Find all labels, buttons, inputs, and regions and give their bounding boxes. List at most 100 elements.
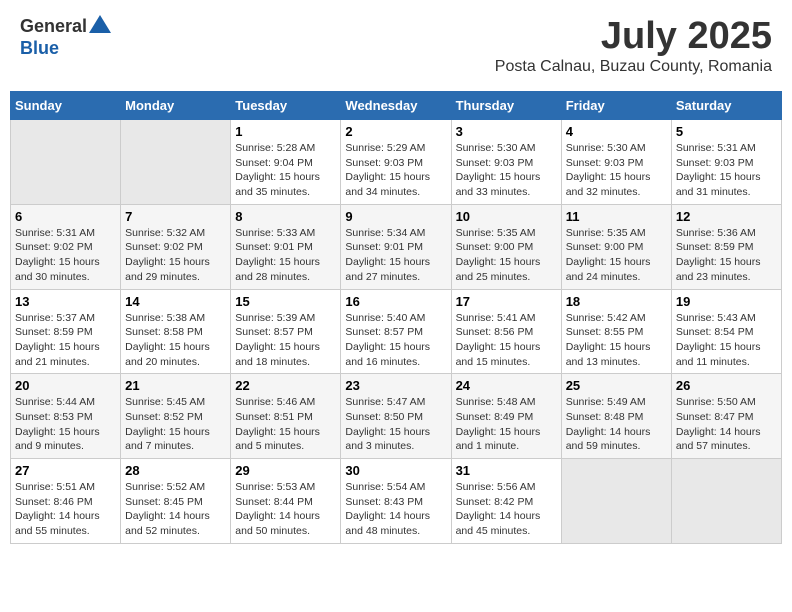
day-info: Sunrise: 5:46 AMSunset: 8:51 PMDaylight:… <box>235 395 336 454</box>
day-info: Sunrise: 5:40 AMSunset: 8:57 PMDaylight:… <box>345 311 446 370</box>
calendar-cell-w2-d3: 9Sunrise: 5:34 AMSunset: 9:01 PMDaylight… <box>341 204 451 289</box>
day-info: Sunrise: 5:37 AMSunset: 8:59 PMDaylight:… <box>15 311 116 370</box>
calendar-cell-w4-d1: 21Sunrise: 5:45 AMSunset: 8:52 PMDayligh… <box>121 374 231 459</box>
calendar-cell-w5-d1: 28Sunrise: 5:52 AMSunset: 8:45 PMDayligh… <box>121 459 231 544</box>
day-number: 6 <box>15 209 116 224</box>
day-info: Sunrise: 5:35 AMSunset: 9:00 PMDaylight:… <box>456 226 557 285</box>
location-title: Posta Calnau, Buzau County, Romania <box>495 58 772 76</box>
day-info: Sunrise: 5:30 AMSunset: 9:03 PMDaylight:… <box>566 141 667 200</box>
day-number: 10 <box>456 209 557 224</box>
header-friday: Friday <box>561 92 671 120</box>
calendar-cell-w1-d5: 4 Sunrise: 5:30 AMSunset: 9:03 PMDaylight… <box>561 120 671 205</box>
day-info: Sunrise: 5:32 AMSunset: 9:02 PMDaylight:… <box>125 226 226 285</box>
day-info: Sunrise: 5:34 AMSunset: 9:01 PMDaylight:… <box>345 226 446 285</box>
day-number: 26 <box>676 378 777 393</box>
calendar-cell-w4-d6: 26 Sunrise: 5:50 AMSunset: 8:47 PMDayligh… <box>671 374 781 459</box>
day-info: Sunrise: 5:44 AMSunset: 8:53 PMDaylight:… <box>15 395 116 454</box>
title-block: July 2025 Posta Calnau, Buzau County, Ro… <box>495 15 772 76</box>
day-number: 27 <box>15 463 116 478</box>
day-number: 24 <box>456 378 557 393</box>
day-info: Sunrise: 5:39 AMSunset: 8:57 PMDaylight:… <box>235 311 336 370</box>
day-number: 2 <box>345 124 446 139</box>
day-info: Sunrise: 5:29 AMSunset: 9:03 PMDaylight:… <box>345 141 446 200</box>
header-monday: Monday <box>121 92 231 120</box>
day-number: 31 <box>456 463 557 478</box>
calendar-cell-w5-d2: 29 Sunrise: 5:53 AMSunset: 8:44 PMDayligh… <box>231 459 341 544</box>
calendar-cell-w3-d4: 17Sunrise: 5:41 AMSunset: 8:56 PMDayligh… <box>451 289 561 374</box>
logo-general-text: General <box>20 16 87 37</box>
day-number: 21 <box>125 378 226 393</box>
day-info: Sunrise: 5:48 AMSunset: 8:49 PMDaylight:… <box>456 395 557 454</box>
day-info: Sunrise: 5:33 AMSunset: 9:01 PMDaylight:… <box>235 226 336 285</box>
day-number: 8 <box>235 209 336 224</box>
day-info: Sunrise: 5:38 AMSunset: 8:58 PMDaylight:… <box>125 311 226 370</box>
day-info: Sunrise: 5:51 AMSunset: 8:46 PMDaylight:… <box>15 480 116 539</box>
month-title: July 2025 <box>495 15 772 58</box>
calendar-cell-w2-d4: 10 Sunrise: 5:35 AMSunset: 9:00 PMDayligh… <box>451 204 561 289</box>
day-number: 3 <box>456 124 557 139</box>
day-number: 14 <box>125 294 226 309</box>
header-sunday: Sunday <box>11 92 121 120</box>
day-number: 4 <box>566 124 667 139</box>
day-number: 20 <box>15 378 116 393</box>
day-info: Sunrise: 5:53 AMSunset: 8:44 PMDaylight:… <box>235 480 336 539</box>
day-number: 22 <box>235 378 336 393</box>
week-row-3: 13 Sunrise: 5:37 AMSunset: 8:59 PMDayligh… <box>11 289 782 374</box>
day-info: Sunrise: 5:43 AMSunset: 8:54 PMDaylight:… <box>676 311 777 370</box>
calendar-cell-w4-d0: 20 Sunrise: 5:44 AMSunset: 8:53 PMDayligh… <box>11 374 121 459</box>
calendar-cell-w3-d0: 13 Sunrise: 5:37 AMSunset: 8:59 PMDayligh… <box>11 289 121 374</box>
calendar-cell-w1-d3: 2 Sunrise: 5:29 AMSunset: 9:03 PMDaylight… <box>341 120 451 205</box>
day-number: 17 <box>456 294 557 309</box>
calendar-cell-w3-d2: 15 Sunrise: 5:39 AMSunset: 8:57 PMDayligh… <box>231 289 341 374</box>
day-info: Sunrise: 5:50 AMSunset: 8:47 PMDaylight:… <box>676 395 777 454</box>
header-thursday: Thursday <box>451 92 561 120</box>
day-info: Sunrise: 5:36 AMSunset: 8:59 PMDaylight:… <box>676 226 777 285</box>
day-number: 13 <box>15 294 116 309</box>
calendar-cell-w5-d0: 27 Sunrise: 5:51 AMSunset: 8:46 PMDayligh… <box>11 459 121 544</box>
calendar-header-row: Sunday Monday Tuesday Wednesday Thursday… <box>11 92 782 120</box>
calendar-cell-w4-d5: 25 Sunrise: 5:49 AMSunset: 8:48 PMDayligh… <box>561 374 671 459</box>
calendar-cell-w1-d6: 5Sunrise: 5:31 AMSunset: 9:03 PMDaylight… <box>671 120 781 205</box>
calendar-cell-w2-d6: 12 Sunrise: 5:36 AMSunset: 8:59 PMDayligh… <box>671 204 781 289</box>
day-number: 25 <box>566 378 667 393</box>
calendar-cell-w2-d2: 8 Sunrise: 5:33 AMSunset: 9:01 PMDaylight… <box>231 204 341 289</box>
calendar-cell-w2-d5: 11Sunrise: 5:35 AMSunset: 9:00 PMDayligh… <box>561 204 671 289</box>
logo: General Blue <box>20 15 111 59</box>
calendar-cell-w2-d0: 6 Sunrise: 5:31 AMSunset: 9:02 PMDaylight… <box>11 204 121 289</box>
day-number: 7 <box>125 209 226 224</box>
calendar-cell-w1-d2: 1 Sunrise: 5:28 AMSunset: 9:04 PMDaylight… <box>231 120 341 205</box>
header-wednesday: Wednesday <box>341 92 451 120</box>
calendar-cell-w2-d1: 7 Sunrise: 5:32 AMSunset: 9:02 PMDaylight… <box>121 204 231 289</box>
day-info: Sunrise: 5:30 AMSunset: 9:03 PMDaylight:… <box>456 141 557 200</box>
calendar-cell-w5-d5 <box>561 459 671 544</box>
day-info: Sunrise: 5:47 AMSunset: 8:50 PMDaylight:… <box>345 395 446 454</box>
calendar-cell-w3-d5: 18Sunrise: 5:42 AMSunset: 8:55 PMDayligh… <box>561 289 671 374</box>
calendar-cell-w5-d3: 30Sunrise: 5:54 AMSunset: 8:43 PMDayligh… <box>341 459 451 544</box>
calendar-cell-w1-d0 <box>11 120 121 205</box>
calendar-cell-w4-d4: 24 Sunrise: 5:48 AMSunset: 8:49 PMDayligh… <box>451 374 561 459</box>
day-number: 15 <box>235 294 336 309</box>
week-row-1: 1 Sunrise: 5:28 AMSunset: 9:04 PMDaylight… <box>11 120 782 205</box>
day-info: Sunrise: 5:49 AMSunset: 8:48 PMDaylight:… <box>566 395 667 454</box>
day-info: Sunrise: 5:52 AMSunset: 8:45 PMDaylight:… <box>125 480 226 539</box>
day-number: 23 <box>345 378 446 393</box>
day-number: 11 <box>566 209 667 224</box>
logo-blue-text: Blue <box>20 38 59 58</box>
day-number: 30 <box>345 463 446 478</box>
calendar-cell-w5-d6 <box>671 459 781 544</box>
page-header: General Blue July 2025 Posta Calnau, Buz… <box>10 10 782 81</box>
calendar-cell-w5-d4: 31Sunrise: 5:56 AMSunset: 8:42 PMDayligh… <box>451 459 561 544</box>
day-info: Sunrise: 5:31 AMSunset: 9:02 PMDaylight:… <box>15 226 116 285</box>
calendar-cell-w1-d4: 3 Sunrise: 5:30 AMSunset: 9:03 PMDaylight… <box>451 120 561 205</box>
week-row-5: 27 Sunrise: 5:51 AMSunset: 8:46 PMDayligh… <box>11 459 782 544</box>
day-number: 19 <box>676 294 777 309</box>
day-number: 16 <box>345 294 446 309</box>
calendar-cell-w4-d3: 23 Sunrise: 5:47 AMSunset: 8:50 PMDayligh… <box>341 374 451 459</box>
day-info: Sunrise: 5:28 AMSunset: 9:04 PMDaylight:… <box>235 141 336 200</box>
calendar-cell-w3-d1: 14 Sunrise: 5:38 AMSunset: 8:58 PMDayligh… <box>121 289 231 374</box>
day-number: 1 <box>235 124 336 139</box>
calendar-table: Sunday Monday Tuesday Wednesday Thursday… <box>10 91 782 544</box>
day-number: 29 <box>235 463 336 478</box>
day-number: 12 <box>676 209 777 224</box>
calendar-cell-w3-d6: 19 Sunrise: 5:43 AMSunset: 8:54 PMDayligh… <box>671 289 781 374</box>
